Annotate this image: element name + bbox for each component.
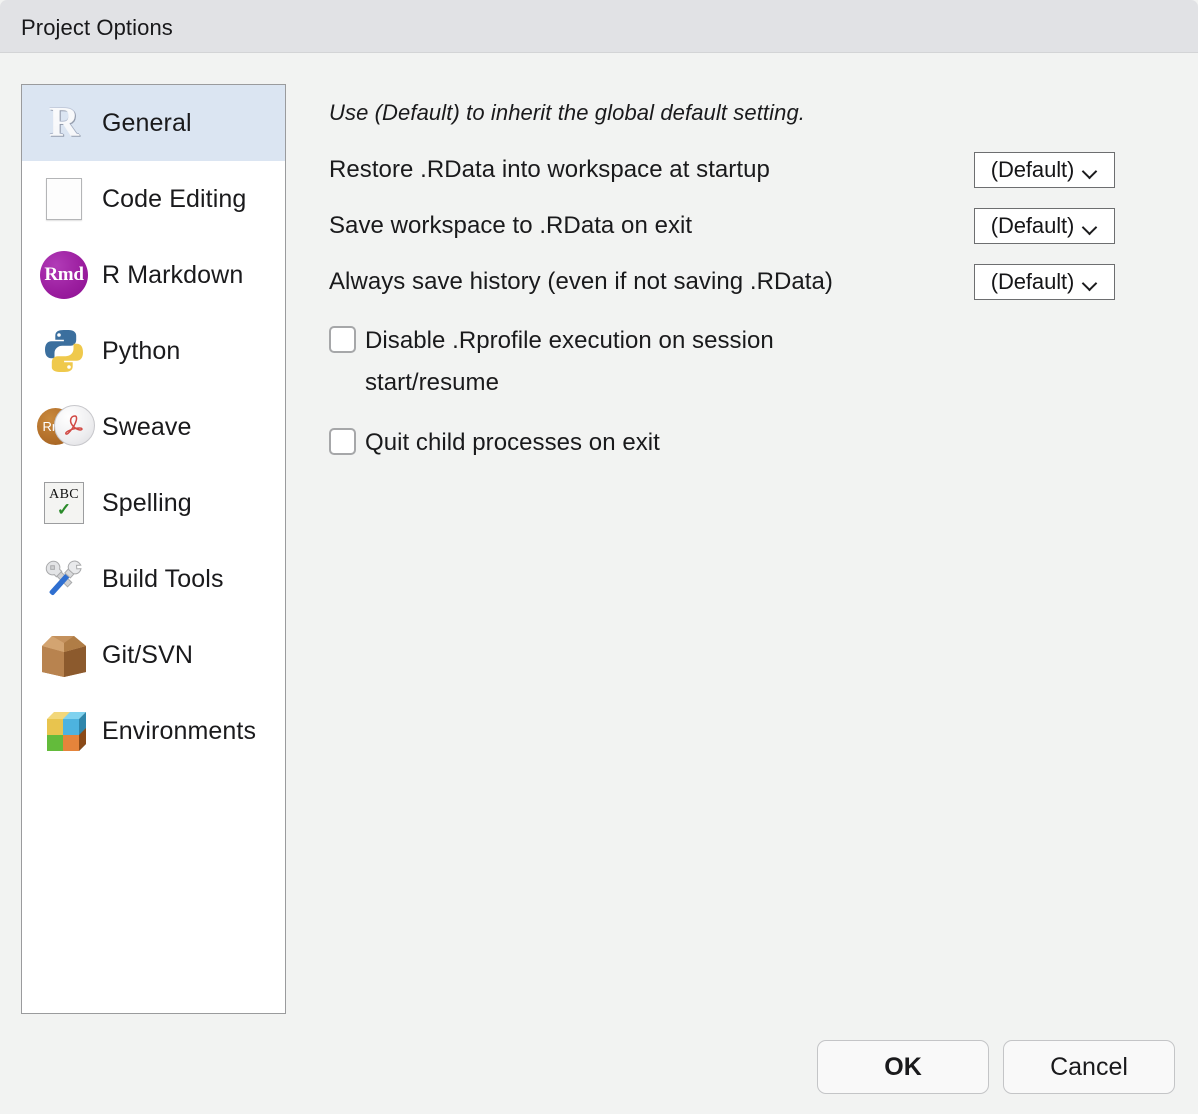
dialog-footer: OK Cancel: [817, 1040, 1175, 1094]
abc-spellcheck-icon: ABC ✓: [37, 476, 91, 530]
option-label: Always save history (even if not saving …: [329, 268, 833, 296]
option-label: Save workspace to .RData on exit: [329, 212, 692, 240]
rmd-icon: Rmd: [37, 248, 91, 302]
sidebar-item-general[interactable]: R General: [22, 85, 285, 161]
disable-rprofile-checkbox[interactable]: [329, 326, 356, 353]
select-value: (Default): [991, 157, 1074, 183]
chevron-down-icon: [1083, 166, 1098, 175]
option-row-restore-rdata: Restore .RData into workspace at startup…: [329, 142, 1129, 198]
restore-rdata-select[interactable]: (Default): [974, 152, 1115, 188]
select-value: (Default): [991, 269, 1074, 295]
sidebar-item-r-markdown[interactable]: Rmd R Markdown: [22, 237, 285, 313]
options-category-list[interactable]: R General Code Editing Rmd R Markdown Py…: [21, 84, 286, 1014]
sidebar-item-label: R Markdown: [102, 261, 243, 290]
document-icon: [37, 172, 91, 226]
option-row-save-workspace: Save workspace to .RData on exit (Defaul…: [329, 198, 1129, 254]
cancel-button[interactable]: Cancel: [1003, 1040, 1175, 1094]
always-save-history-select[interactable]: (Default): [974, 264, 1115, 300]
chevron-down-icon: [1083, 222, 1098, 231]
option-row-always-save-history: Always save history (even if not saving …: [329, 254, 1129, 310]
dialog-title-bar: Project Options: [0, 0, 1198, 53]
ok-button[interactable]: OK: [817, 1040, 989, 1094]
checkbox-row-quit-child-processes[interactable]: Quit child processes on exit: [329, 422, 1129, 464]
sidebar-item-sweave[interactable]: Rnw Sweave: [22, 389, 285, 465]
sidebar-item-label: Environments: [102, 717, 256, 746]
sidebar-item-label: Code Editing: [102, 185, 246, 214]
checkbox-row-disable-rprofile[interactable]: Disable .Rprofile execution on session s…: [329, 320, 1129, 404]
page-title: Project Options: [21, 15, 173, 41]
sidebar-item-environments[interactable]: Environments: [22, 693, 285, 769]
color-cube-icon: [37, 704, 91, 758]
sidebar-item-git-svn[interactable]: Git/SVN: [22, 617, 285, 693]
sidebar-item-label: Build Tools: [102, 565, 224, 594]
sidebar-item-python[interactable]: Python: [22, 313, 285, 389]
r-logo-icon: R: [37, 96, 91, 150]
checkbox-label: Quit child processes on exit: [365, 422, 660, 464]
default-inherit-hint: Use (Default) to inherit the global defa…: [329, 84, 1129, 126]
hammer-wrench-icon: [37, 552, 91, 606]
sidebar-item-spelling[interactable]: ABC ✓ Spelling: [22, 465, 285, 541]
sidebar-item-label: Sweave: [102, 413, 192, 442]
chevron-down-icon: [1083, 278, 1098, 287]
python-icon: [37, 324, 91, 378]
sweave-rnw-pdf-icon: Rnw: [37, 400, 91, 454]
save-workspace-select[interactable]: (Default): [974, 208, 1115, 244]
package-box-icon: [37, 628, 91, 682]
sidebar-item-label: Git/SVN: [102, 641, 193, 670]
sidebar-item-label: General: [102, 109, 192, 138]
general-options-pane: Use (Default) to inherit the global defa…: [329, 84, 1129, 464]
checkbox-label: Disable .Rprofile execution on session s…: [365, 320, 901, 404]
sidebar-item-code-editing[interactable]: Code Editing: [22, 161, 285, 237]
select-value: (Default): [991, 213, 1074, 239]
sidebar-item-label: Spelling: [102, 489, 192, 518]
quit-child-processes-checkbox[interactable]: [329, 428, 356, 455]
option-label: Restore .RData into workspace at startup: [329, 156, 770, 184]
sidebar-item-build-tools[interactable]: Build Tools: [22, 541, 285, 617]
sidebar-item-label: Python: [102, 337, 180, 366]
